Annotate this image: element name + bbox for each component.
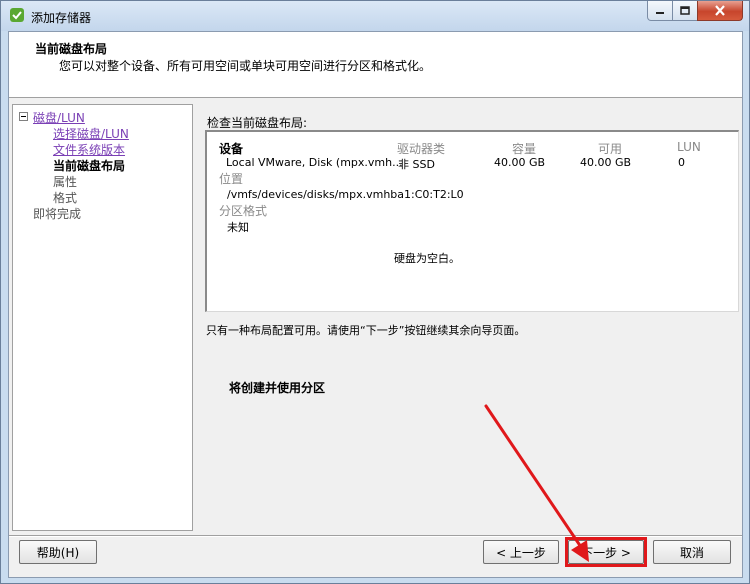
capacity-value: 40.00 GB <box>494 156 546 169</box>
add-storage-window: 添加存储器 当前磁盘布局 您可以对整个设备、所有可用空间或单块可用空间进行分区和… <box>0 0 750 584</box>
layout-info-text: 只有一种布局配置可用。请使用“下一步”按钮继续其余向导页面。 <box>206 324 526 337</box>
nav-step-select-disk[interactable]: 选择磁盘/LUN <box>53 125 129 142</box>
window-title: 添加存储器 <box>31 11 92 25</box>
nav-step-format: 格式 <box>53 191 78 205</box>
nav-step-properties: 属性 <box>53 175 78 189</box>
column-lun: LUN <box>677 140 701 154</box>
page-title: 当前磁盘布局 <box>35 42 108 56</box>
wizard-header: 当前磁盘布局 您可以对整个设备、所有可用空间或单块可用空间进行分区和格式化。 <box>9 32 742 98</box>
maximize-icon <box>680 6 690 15</box>
review-layout-label: 检查当前磁盘布局: <box>207 116 308 130</box>
help-button[interactable]: 帮助(H) <box>19 540 97 564</box>
collapse-toggle-icon[interactable] <box>19 112 28 121</box>
minimize-icon <box>656 11 664 14</box>
lun-value: 0 <box>678 156 685 169</box>
location-label: 位置 <box>219 172 244 186</box>
annotation-arrow-icon <box>484 404 589 562</box>
partition-format-label: 分区格式 <box>219 204 268 218</box>
nav-step-ready: 即将完成 <box>33 207 82 221</box>
wizard-steps-panel: 磁盘/LUN 选择磁盘/LUN 文件系统版本 当前磁盘布局 属性 格式 即将完成 <box>12 104 193 531</box>
drive-type-value: 非 SSD <box>398 158 435 171</box>
column-drive-type: 驱动器类 <box>397 142 446 156</box>
maximize-button[interactable] <box>672 1 698 21</box>
title-bar[interactable]: 添加存储器 <box>1 1 749 31</box>
available-value: 40.00 GB <box>580 156 632 169</box>
nav-step-fs-version[interactable]: 文件系统版本 <box>53 141 125 158</box>
nav-step-current-layout: 当前磁盘布局 <box>53 159 126 173</box>
nav-step-disk-lun[interactable]: 磁盘/LUN <box>33 109 85 126</box>
partition-note: 将创建并使用分区 <box>229 381 326 395</box>
column-capacity: 容量 <box>512 142 537 156</box>
disk-empty-message: 硬盘为空白。 <box>394 252 460 265</box>
close-icon <box>715 5 725 16</box>
app-icon <box>10 8 24 22</box>
disk-layout-panel: 设备 驱动器类 容量 可用 LUN Local VMware, Disk (mp… <box>205 130 739 312</box>
device-name: Local VMware, Disk (mpx.vmh... <box>226 156 403 169</box>
column-available: 可用 <box>598 142 623 156</box>
column-device: 设备 <box>219 142 244 156</box>
partition-format-value: 未知 <box>227 221 249 234</box>
wizard-client-area: 当前磁盘布局 您可以对整个设备、所有可用空间或单块可用空间进行分区和格式化。 磁… <box>8 31 743 578</box>
page-description: 您可以对整个设备、所有可用空间或单块可用空间进行分区和格式化。 <box>59 59 432 73</box>
location-value: /vmfs/devices/disks/mpx.vmhba1:C0:T2:L0 <box>227 188 464 201</box>
close-button[interactable] <box>697 1 743 21</box>
minimize-button[interactable] <box>647 1 673 21</box>
cancel-button[interactable]: 取消 <box>653 540 731 564</box>
